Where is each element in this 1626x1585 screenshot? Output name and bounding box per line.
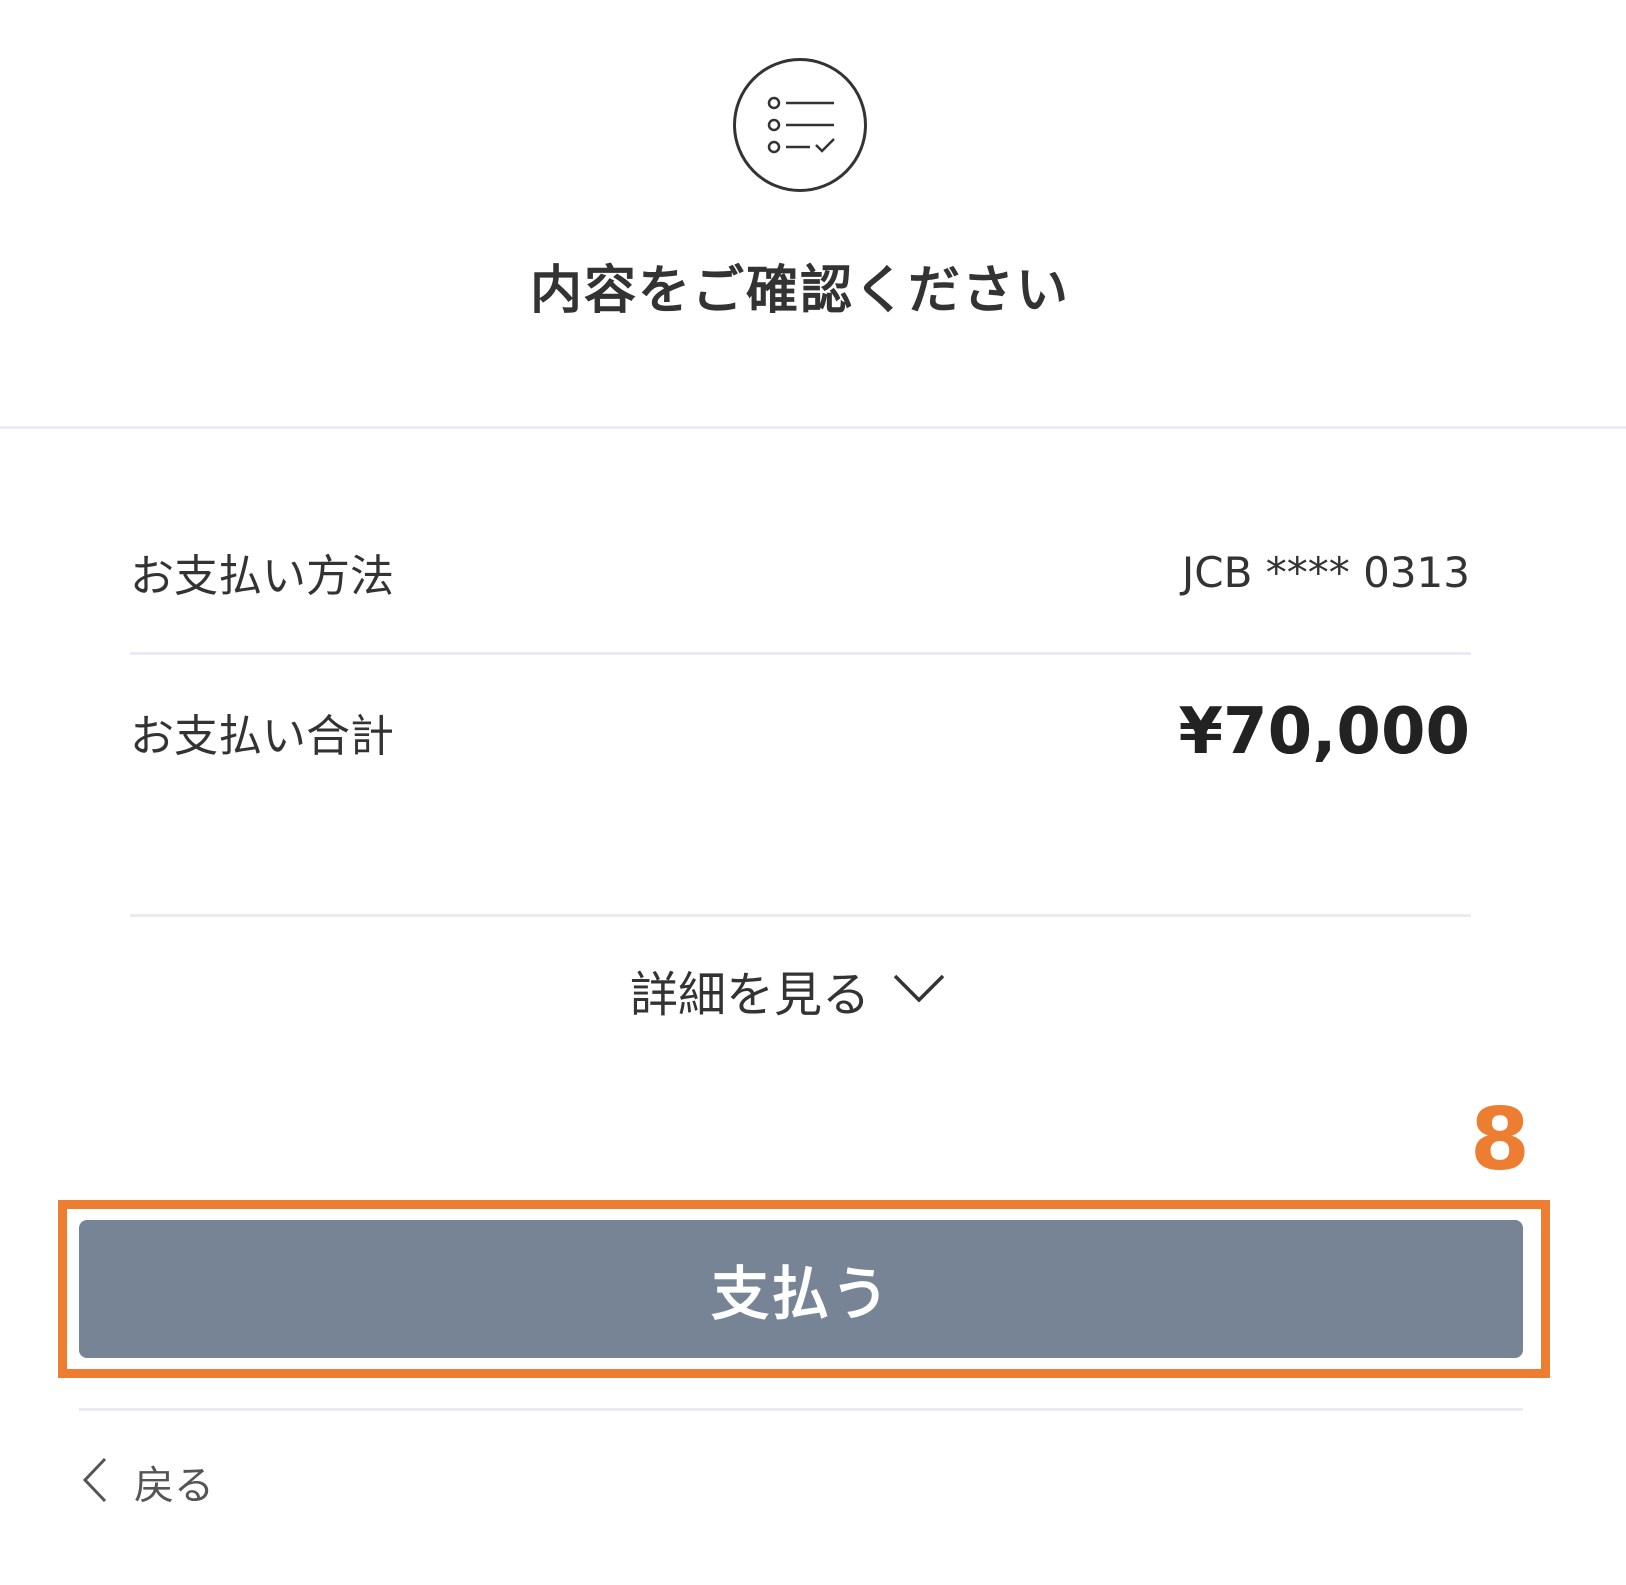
payment-total-value: ¥70,000: [1178, 695, 1471, 769]
page-title: 内容をご確認ください: [529, 261, 1070, 321]
payment-method-label: お支払い方法: [130, 551, 394, 602]
pay-button[interactable]: 支払う: [79, 1220, 1523, 1358]
checklist-icon: [733, 58, 867, 192]
payment-total-row: お支払い合計 ¥70,000: [130, 695, 1470, 769]
back-link[interactable]: 戻る: [82, 1452, 214, 1512]
back-link-label: 戻る: [134, 1463, 214, 1509]
payment-total-label: お支払い合計: [130, 711, 394, 762]
show-details-toggle[interactable]: 詳細を見る: [630, 955, 946, 1025]
show-details-label: 詳細を見る: [630, 967, 871, 1023]
chevron-down-icon: [892, 971, 946, 1009]
payment-method-value: JCB **** 0313: [1181, 547, 1470, 597]
footer-divider: [79, 1408, 1523, 1411]
checklist-icon-svg: [767, 96, 835, 154]
chevron-left-icon: [82, 1456, 108, 1508]
payment-method-row: お支払い方法 JCB **** 0313: [130, 540, 1470, 604]
header-divider: [0, 426, 1626, 429]
step-number-annotation: 8: [1470, 1090, 1530, 1190]
row-divider: [130, 652, 1471, 655]
row-divider: [130, 914, 1471, 917]
